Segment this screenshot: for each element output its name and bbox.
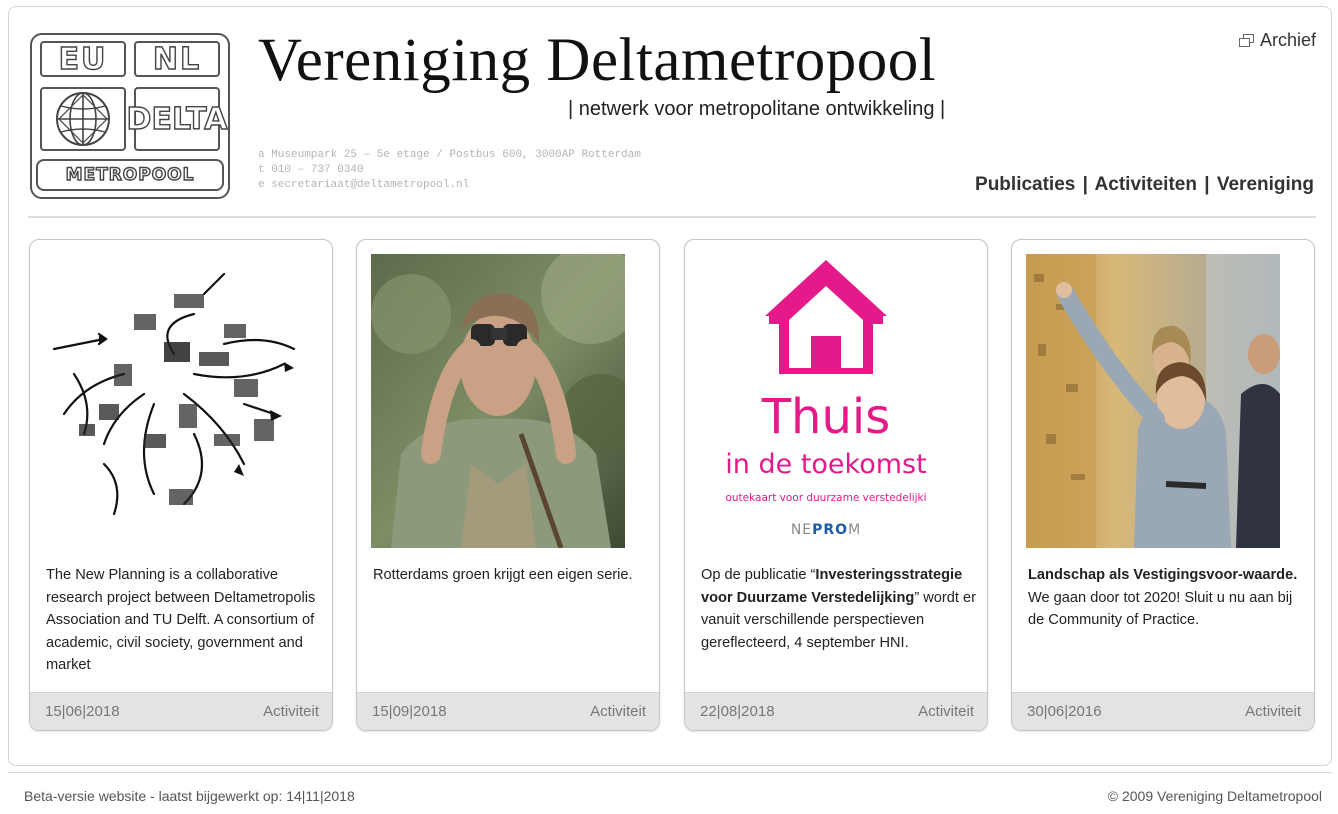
card-image-woman-pointing[interactable]: [1026, 254, 1280, 548]
contact-address: a Museumpark 25 – 5e etage / Postbus 600…: [258, 148, 641, 193]
card-footer: 22|08|2018 Activiteit: [685, 692, 987, 730]
footer-version-note: Beta-versie website - laatst bijgewerkt …: [24, 788, 355, 804]
site-logo[interactable]: EU NL DELTA METROPOOL: [30, 33, 230, 199]
card-text-post: We gaan door tot 2020! Sluit u nu aan bi…: [1028, 589, 1293, 629]
card-text-pre: Op de publicatie “: [701, 567, 816, 583]
logo-nl: NL: [134, 41, 220, 77]
poster-line: outekaart voor duurzame verstedelijki: [725, 492, 927, 504]
main-navigation: Publicaties | Activiteiten | Vereniging: [975, 174, 1314, 196]
nepro-brand-c: M: [848, 522, 862, 538]
footer-divider: [8, 772, 1332, 773]
card-footer: 15|09|2018 Activiteit: [357, 692, 659, 730]
card-text: The New Planning is a collaborative rese…: [46, 567, 316, 673]
phone-line: t 010 – 737 0340: [258, 164, 364, 176]
card-image-thuis-poster[interactable]: Thuis in de toekomst outekaart voor duur…: [699, 254, 953, 548]
nepro-brand-a: NE: [790, 522, 813, 538]
poster-title: Thuis: [761, 389, 891, 445]
nav-separator: |: [1204, 174, 1210, 195]
card-image-man-with-binoculars[interactable]: [371, 254, 625, 548]
header-divider: [28, 216, 1316, 218]
news-card[interactable]: Landschap als Vestigingsvoor-waarde. We …: [1011, 239, 1315, 731]
external-window-icon: [1238, 33, 1255, 48]
archive-link[interactable]: Archief: [1238, 30, 1316, 51]
card-footer: 30|06|2016 Activiteit: [1012, 692, 1314, 730]
nav-separator: |: [1082, 174, 1088, 195]
news-card[interactable]: Thuis in de toekomst outekaart voor duur…: [684, 239, 988, 731]
card-date: 22|08|2018: [700, 703, 775, 720]
address-line: a Museumpark 25 – 5e etage / Postbus 600…: [258, 149, 641, 161]
email-line[interactable]: e secretariaat@deltametropool.nl: [258, 178, 641, 193]
logo-eu: EU: [40, 41, 126, 77]
card-text: Op de publicatie “Investeringsstrategie …: [701, 564, 977, 654]
nepro-brand-b: PRO: [812, 522, 849, 538]
footer-copyright: © 2009 Vereniging Deltametropool: [1107, 788, 1322, 804]
logo-delta: DELTA: [126, 87, 228, 151]
card-category[interactable]: Activiteit: [263, 703, 319, 720]
news-card[interactable]: The New Planning is a collaborative rese…: [29, 239, 333, 731]
card-category[interactable]: Activiteit: [918, 703, 974, 720]
news-card[interactable]: Rotterdams groen krijgt een eigen serie.…: [356, 239, 660, 731]
card-category[interactable]: Activiteit: [590, 703, 646, 720]
nav-item-vereniging[interactable]: Vereniging: [1217, 174, 1314, 195]
card-text: Landschap als Vestigingsvoor-waarde. We …: [1028, 564, 1304, 632]
logo-metropool: METROPOOL: [36, 159, 224, 191]
house-logo-icon: [765, 260, 887, 374]
site-tagline: | netwerk voor metropolitane ontwikkelin…: [568, 98, 946, 120]
nav-item-publicaties[interactable]: Publicaties: [975, 174, 1075, 195]
card-category[interactable]: Activiteit: [1245, 703, 1301, 720]
card-footer: 15|06|2018 Activiteit: [30, 692, 332, 730]
site-title[interactable]: Vereniging Deltametropool: [258, 26, 936, 96]
card-date: 15|06|2018: [45, 703, 120, 720]
card-text-bold: Landschap als Vestigingsvoor-waarde.: [1028, 567, 1298, 583]
card-image-sketch-map[interactable]: [44, 254, 298, 548]
card-date: 30|06|2016: [1027, 703, 1102, 720]
poster-subtitle: in de toekomst: [725, 449, 927, 480]
card-text: Rotterdams groen krijgt een eigen serie.: [373, 567, 633, 583]
nav-item-activiteiten[interactable]: Activiteiten: [1095, 174, 1197, 195]
card-date: 15|09|2018: [372, 703, 447, 720]
archive-label: Archief: [1259, 30, 1316, 50]
globe-icon: [40, 87, 126, 151]
nepro-logo: NEPROM: [699, 522, 953, 538]
